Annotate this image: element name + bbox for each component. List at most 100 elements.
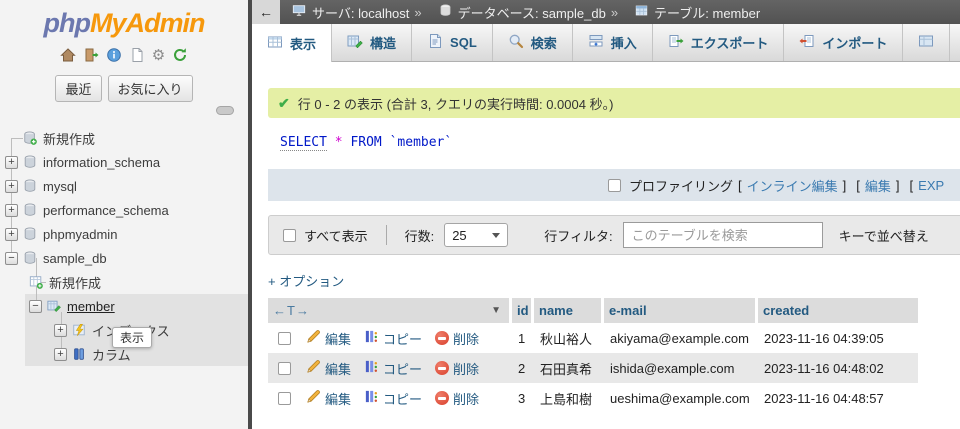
column-header-name[interactable]: name bbox=[534, 298, 604, 323]
cell-created: 2023-11-16 04:48:57 bbox=[758, 391, 918, 406]
favorites-button[interactable]: お気に入り bbox=[108, 75, 193, 102]
copy-row-link[interactable]: コピー bbox=[383, 329, 422, 348]
phpmyadmin-logo[interactable]: phpMyAdmin bbox=[0, 8, 248, 39]
logout-icon[interactable] bbox=[83, 47, 99, 66]
back-button[interactable]: ← bbox=[252, 0, 280, 24]
export-icon bbox=[668, 33, 684, 52]
tree-item-new-table[interactable]: 新規作成 bbox=[0, 270, 248, 294]
pencil-icon bbox=[306, 359, 321, 377]
copy-icon bbox=[364, 329, 379, 347]
copy-row-link[interactable]: コピー bbox=[383, 359, 422, 378]
tab-search[interactable]: 検索 bbox=[493, 24, 573, 61]
column-header-email[interactable]: e-mail bbox=[604, 298, 758, 323]
rows-per-page-select[interactable]: 25 bbox=[444, 223, 508, 247]
tab-structure[interactable]: 構造 bbox=[332, 24, 412, 61]
table-row: 編集 コピー 削除 1 秋山裕人 akiyama@example.com 202… bbox=[268, 323, 918, 353]
tree-item-information-schema[interactable]: + information_schema bbox=[0, 150, 248, 174]
cell-name: 秋山裕人 bbox=[534, 329, 604, 348]
collapse-icon[interactable]: − bbox=[5, 252, 18, 265]
edit-row-link[interactable]: 編集 bbox=[325, 389, 351, 408]
delete-row-link[interactable]: 削除 bbox=[453, 359, 479, 378]
refresh-icon[interactable] bbox=[172, 47, 188, 66]
tab-sql[interactable]: SQL bbox=[412, 24, 493, 61]
tree-item-sample-db[interactable]: − sample_db bbox=[0, 246, 248, 270]
tab-label: 挿入 bbox=[611, 33, 637, 52]
actions-header: ←T→ ▼ bbox=[268, 298, 512, 323]
show-all-checkbox[interactable] bbox=[283, 229, 296, 242]
tree-item-new-database[interactable]: 新規作成 bbox=[0, 126, 248, 150]
breadcrumb: ← サーバ: localhost » データベース: sample_db » テ… bbox=[252, 0, 960, 24]
document-icon[interactable] bbox=[129, 47, 145, 66]
cell-id: 2 bbox=[512, 361, 534, 376]
table-icon bbox=[635, 4, 648, 20]
rows-label: 行数: bbox=[405, 226, 435, 245]
column-header-id[interactable]: id bbox=[512, 298, 534, 323]
tab-browse[interactable]: 表示 bbox=[252, 24, 332, 62]
tab-export[interactable]: エクスポート bbox=[653, 24, 785, 61]
copy-icon bbox=[364, 359, 379, 377]
row-actions: 編集 コピー 削除 bbox=[268, 389, 512, 408]
database-icon bbox=[23, 179, 37, 193]
tree-item-label: member bbox=[67, 299, 115, 314]
tab-label: 検索 bbox=[531, 33, 557, 52]
delete-row-link[interactable]: 削除 bbox=[453, 389, 479, 408]
profiling-checkbox[interactable] bbox=[608, 179, 621, 192]
cell-name: 石田真希 bbox=[534, 359, 604, 378]
cell-id: 1 bbox=[512, 331, 534, 346]
inline-edit-link[interactable]: インライン編集 bbox=[747, 176, 838, 195]
transpose-icon[interactable]: ←T→ bbox=[273, 303, 310, 318]
query-status-message: ✔ 行 0 - 2 の表示 (合計 3, クエリの実行時間: 0.0004 秒。… bbox=[268, 88, 960, 118]
edit-row-link[interactable]: 編集 bbox=[325, 359, 351, 378]
home-icon[interactable] bbox=[60, 47, 76, 66]
expand-icon[interactable]: + bbox=[5, 204, 18, 217]
expand-icon[interactable]: + bbox=[54, 324, 67, 337]
expand-icon[interactable]: + bbox=[5, 228, 18, 241]
tab-partial[interactable] bbox=[903, 24, 950, 61]
delete-row-link[interactable]: 削除 bbox=[453, 329, 479, 348]
breadcrumb-database[interactable]: データベース: sample_db bbox=[439, 3, 606, 22]
info-icon[interactable] bbox=[106, 47, 122, 66]
copy-row-link[interactable]: コピー bbox=[383, 389, 422, 408]
expand-icon[interactable]: + bbox=[54, 348, 67, 361]
edit-link[interactable]: 編集 bbox=[865, 176, 891, 195]
tree-item-mysql[interactable]: + mysql bbox=[0, 174, 248, 198]
database-icon bbox=[23, 251, 37, 265]
tree-item-label: information_schema bbox=[43, 155, 160, 170]
tree-item-member[interactable]: − member bbox=[0, 294, 248, 318]
results-table: ←T→ ▼ id name e-mail created 編集 bbox=[268, 298, 918, 413]
options-toggle[interactable]: + オプション bbox=[268, 271, 344, 290]
gear-icon[interactable]: ⚙ bbox=[152, 48, 165, 64]
collapse-icon[interactable]: − bbox=[29, 300, 42, 313]
column-header-created[interactable]: created bbox=[758, 298, 918, 323]
tab-insert[interactable]: 挿入 bbox=[573, 24, 653, 61]
browse-controls-bar: すべて表示 行数: 25 行フィルタ: キーで並べ替え bbox=[268, 215, 960, 255]
expand-icon[interactable]: + bbox=[5, 156, 18, 169]
sort-desc-icon[interactable]: ▼ bbox=[491, 305, 501, 316]
tab-label: インポート bbox=[822, 33, 887, 52]
breadcrumb-server[interactable]: サーバ: localhost bbox=[292, 3, 409, 22]
tree-item-phpmyadmin[interactable]: + phpmyadmin bbox=[0, 222, 248, 246]
chevron-down-icon bbox=[492, 233, 500, 238]
tree-item-performance-schema[interactable]: + performance_schema bbox=[0, 198, 248, 222]
sort-by-key-label: キーで並べ替え bbox=[839, 226, 929, 245]
breadcrumb-table[interactable]: テーブル: member bbox=[635, 3, 760, 22]
check-icon: ✔ bbox=[278, 95, 290, 112]
import-icon bbox=[799, 33, 815, 52]
control-divider bbox=[386, 225, 387, 245]
expand-icon[interactable]: + bbox=[5, 180, 18, 193]
copy-icon bbox=[364, 389, 379, 407]
row-checkbox[interactable] bbox=[278, 362, 291, 375]
panel-resize-handle[interactable] bbox=[216, 106, 234, 115]
tab-import[interactable]: インポート bbox=[784, 24, 903, 61]
breadcrumb-separator: » bbox=[611, 5, 618, 20]
row-checkbox[interactable] bbox=[278, 392, 291, 405]
tab-label: エクスポート bbox=[691, 33, 769, 52]
sql-icon bbox=[427, 33, 443, 52]
show-all-label: すべて表示 bbox=[304, 226, 368, 245]
table-filter-input[interactable] bbox=[623, 222, 823, 248]
explain-link[interactable]: EXP bbox=[918, 178, 944, 193]
bracket: [ bbox=[910, 178, 914, 193]
edit-row-link[interactable]: 編集 bbox=[325, 329, 351, 348]
recent-button[interactable]: 最近 bbox=[55, 75, 101, 102]
row-checkbox[interactable] bbox=[278, 332, 291, 345]
